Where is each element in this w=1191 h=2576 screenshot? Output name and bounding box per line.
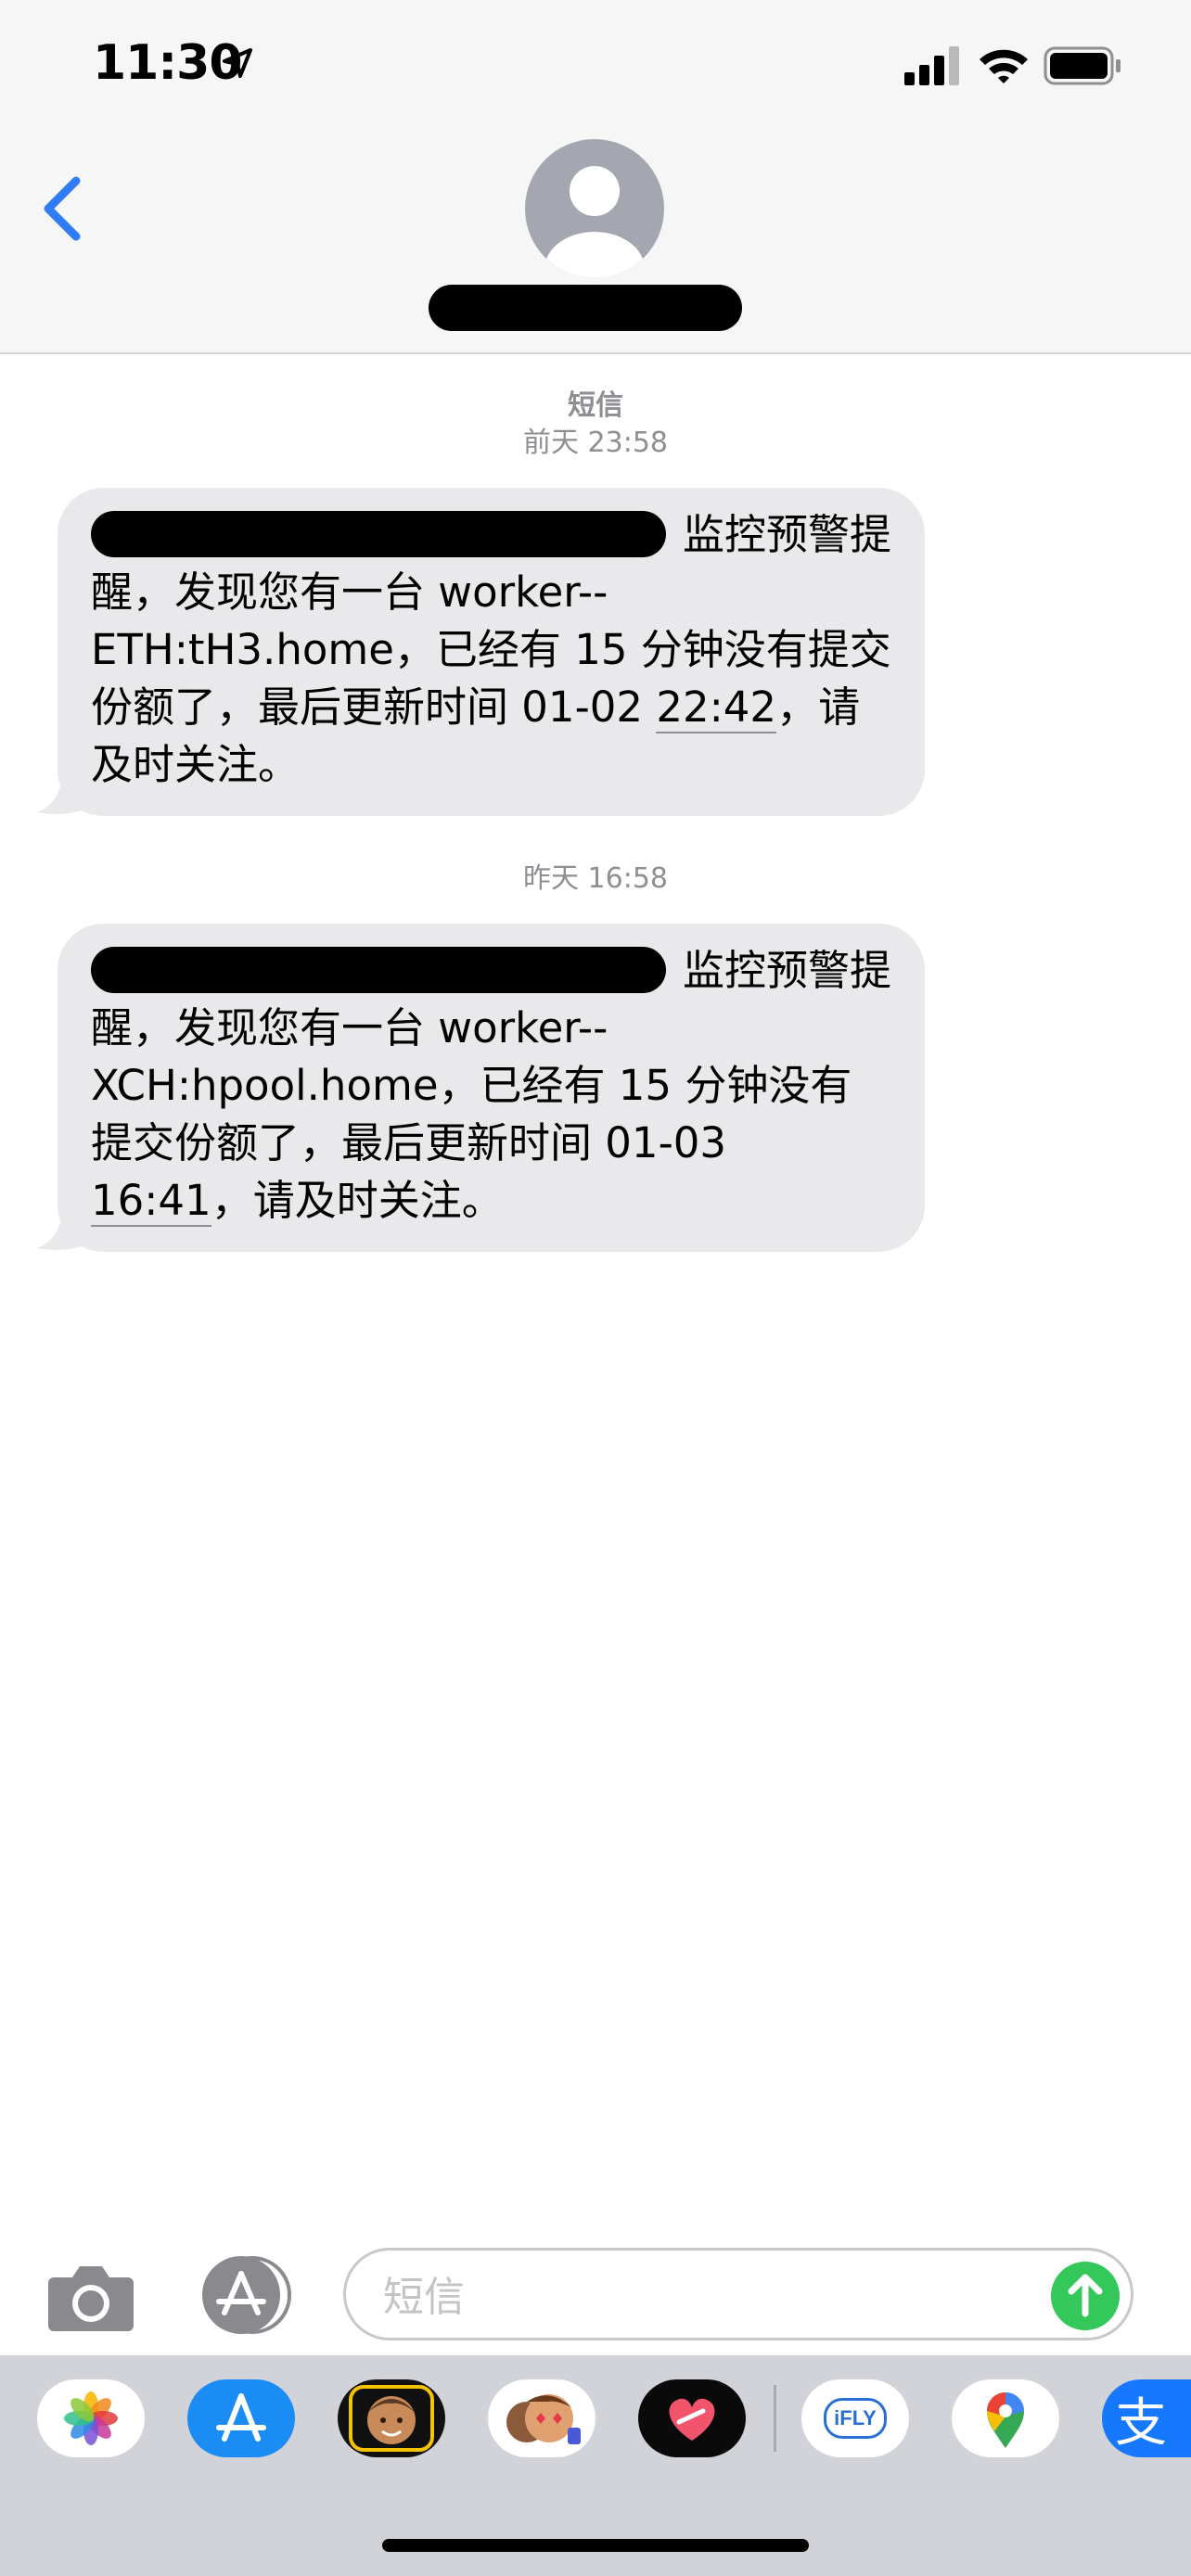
ifly-label: iFLY [824,2398,887,2439]
battery-icon [1044,46,1121,85]
message-field[interactable] [343,2248,1133,2340]
app-store-icon[interactable] [187,2379,295,2457]
digital-touch-icon[interactable] [638,2379,746,2457]
message-timestamp: 短信 前天 23:58 [0,388,1191,462]
contact-avatar[interactable] [525,139,664,278]
message-text-end: ，请及时关注。 [211,1176,504,1225]
detected-time-link[interactable]: 16:41 [91,1176,211,1227]
camera-icon[interactable] [46,2263,135,2333]
google-maps-icon[interactable] [952,2379,1059,2457]
wifi-icon [980,49,1028,83]
animoji-stickers-icon[interactable] [488,2379,596,2457]
app-divider [774,2385,776,2452]
photos-icon[interactable] [37,2379,145,2457]
contact-name-redacted[interactable] [429,285,742,331]
alipay-label: 支 [1115,2392,1167,2454]
message-input[interactable] [381,2269,1016,2325]
location-arrow-icon [223,48,252,78]
message-bubble[interactable]: 监控预警提醒，发现您有一台 worker--ETH:tH3.home，已经有 1… [58,488,925,816]
sender-name-redacted [91,511,666,557]
timestamp-time: 前天 23:58 [523,427,668,459]
status-time: 11:30 [93,35,243,91]
detected-time-link[interactable]: 22:42 [656,682,777,733]
alipay-icon[interactable]: 支 [1102,2379,1191,2457]
status-bar: 11:30 [0,0,1191,130]
cellular-signal-icon [904,46,959,85]
message-bubble[interactable]: 监控预警提醒，发现您有一台 worker--XCH:hpool.home，已经有… [58,924,925,1252]
back-chevron-icon[interactable] [37,172,93,246]
timestamp-time: 昨天 16:58 [523,862,668,895]
message-type-label: 短信 [568,389,623,422]
home-indicator[interactable] [382,2539,809,2552]
send-arrow-icon[interactable] [1051,2262,1120,2330]
ifly-icon[interactable]: iFLY [801,2379,909,2457]
sender-name-redacted [91,947,666,993]
message-timestamp: 昨天 16:58 [0,861,1191,898]
memoji-icon[interactable] [338,2379,445,2457]
app-store-drawer-icon[interactable] [195,2253,297,2337]
